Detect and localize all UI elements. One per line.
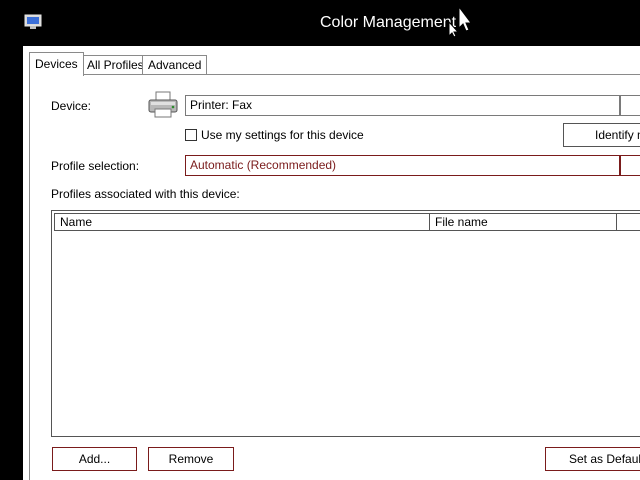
monitor-icon xyxy=(24,14,42,29)
column-header-file-name[interactable]: File name xyxy=(429,213,617,231)
tab-all-profiles[interactable]: All Profiles xyxy=(81,55,150,75)
profiles-list[interactable] xyxy=(51,210,640,437)
profile-selection-select[interactable]: Automatic (Recommended) xyxy=(185,155,620,176)
set-as-default-button[interactable]: Set as Default xyxy=(545,447,640,471)
printer-icon xyxy=(148,91,178,118)
window-title: Color Management xyxy=(320,14,457,31)
remove-button[interactable]: Remove xyxy=(148,447,234,471)
title-bar[interactable]: Color Management xyxy=(0,0,640,46)
column-header-filler xyxy=(616,213,640,231)
device-label: Device: xyxy=(51,99,92,113)
tab-panel-left-border xyxy=(29,75,30,480)
use-settings-checkbox[interactable] xyxy=(185,129,197,141)
use-settings-label[interactable]: Use my settings for this device xyxy=(201,128,364,142)
desktop-background xyxy=(0,46,23,480)
add-button[interactable]: Add... xyxy=(52,447,137,471)
column-header-name[interactable]: Name xyxy=(54,213,430,231)
identify-monitors-button[interactable]: Identify m xyxy=(563,123,640,147)
tab-panel-border xyxy=(29,74,640,75)
tab-devices[interactable]: Devices xyxy=(29,52,84,76)
device-select[interactable]: Printer: Fax xyxy=(185,95,620,116)
profile-selection-dropdown-button[interactable] xyxy=(620,155,640,176)
profile-selection-label: Profile selection: xyxy=(51,159,140,173)
tab-advanced[interactable]: Advanced xyxy=(142,55,208,75)
device-dropdown-button[interactable] xyxy=(620,95,640,116)
mouse-cursor-icon xyxy=(448,6,472,38)
profiles-list-label: Profiles associated with this device: xyxy=(51,187,240,201)
